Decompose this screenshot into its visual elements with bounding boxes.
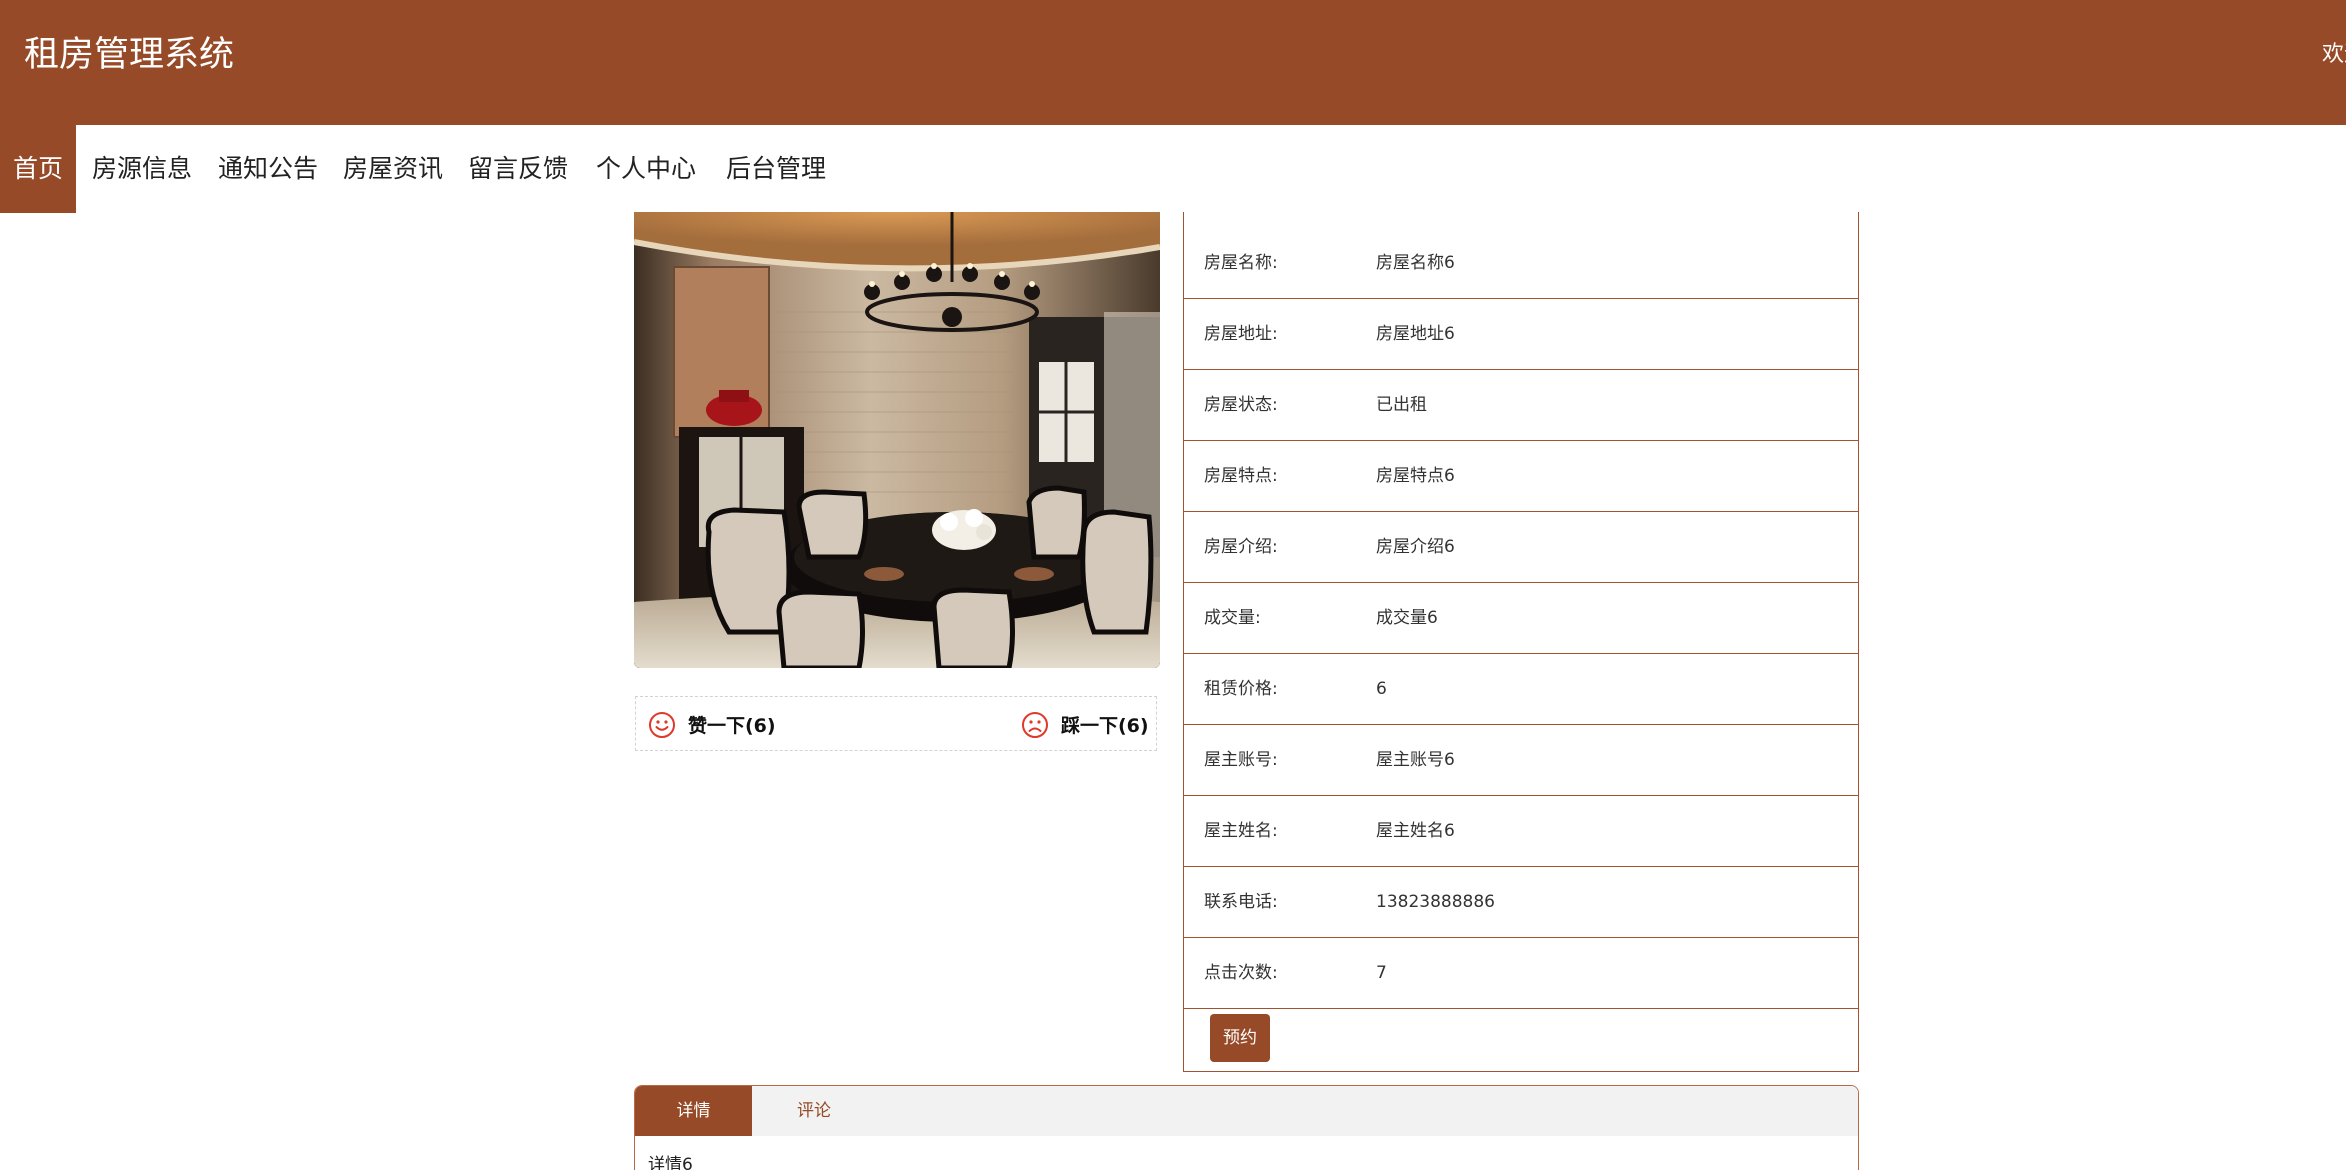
info-label: 联系电话:	[1204, 892, 1278, 912]
dislike-button[interactable]: 踩一下(6)	[1021, 697, 1149, 752]
info-value: 房屋地址6	[1376, 324, 1455, 344]
tab-comments[interactable]: 评论	[752, 1086, 876, 1136]
info-row-house-features: 房屋特点: 房屋特点6	[1184, 442, 1858, 512]
info-value: 成交量6	[1376, 608, 1438, 628]
info-label: 房屋状态:	[1204, 395, 1278, 415]
info-label: 房屋名称:	[1204, 253, 1278, 273]
info-label: 租赁价格:	[1204, 679, 1278, 699]
tab-details[interactable]: 详情	[635, 1086, 752, 1136]
info-label: 屋主账号:	[1204, 750, 1278, 770]
info-label: 房屋介绍:	[1204, 537, 1278, 557]
detail-tabs: 详情 评论 详情6	[634, 1085, 1859, 1170]
welcome-text: 欢迎	[2322, 42, 2346, 67]
info-label: 点击次数:	[1204, 963, 1278, 983]
like-button[interactable]: 赞一下(6)	[648, 697, 776, 752]
tab-content: 详情6	[648, 1155, 693, 1170]
nav-item-feedback[interactable]: 留言反馈	[468, 125, 568, 213]
house-photo	[634, 212, 1160, 668]
info-value: 7	[1376, 963, 1387, 983]
info-value: 房屋介绍6	[1376, 537, 1455, 557]
vote-box: 赞一下(6) 踩一下(6)	[635, 696, 1157, 751]
nav-item-news[interactable]: 房屋资讯	[343, 125, 443, 213]
info-label: 房屋特点:	[1204, 466, 1278, 486]
house-info-panel: 房屋名称: 房屋名称6 房屋地址: 房屋地址6 房屋状态: 已出租 房屋特点: …	[1183, 212, 1859, 1072]
nav-item-listings[interactable]: 房源信息	[92, 125, 192, 213]
info-label: 房屋地址:	[1204, 324, 1278, 344]
info-row-owner-account: 屋主账号: 屋主账号6	[1184, 726, 1858, 796]
app-title: 租房管理系统	[24, 35, 235, 75]
top-header-bar: 租房管理系统 欢迎	[0, 0, 2346, 125]
info-value: 已出租	[1376, 395, 1427, 415]
info-row-house-status: 房屋状态: 已出租	[1184, 371, 1858, 441]
info-value: 屋主姓名6	[1376, 821, 1455, 841]
info-value: 13823888886	[1376, 892, 1495, 912]
book-button[interactable]: 预约	[1210, 1014, 1270, 1062]
nav-item-home[interactable]: 首页	[0, 125, 76, 213]
info-label: 成交量:	[1204, 608, 1261, 628]
info-value: 房屋名称6	[1376, 253, 1455, 273]
info-row-deal-volume: 成交量: 成交量6	[1184, 584, 1858, 654]
tab-header: 详情 评论	[635, 1086, 1858, 1136]
info-label: 屋主姓名:	[1204, 821, 1278, 841]
info-row-click-count: 点击次数: 7	[1184, 939, 1858, 1009]
nav-item-notices[interactable]: 通知公告	[218, 125, 318, 213]
info-row-phone: 联系电话: 13823888886	[1184, 868, 1858, 938]
info-row-owner-name: 屋主姓名: 屋主姓名6	[1184, 797, 1858, 867]
main-nav: 首页 房源信息 通知公告 房屋资讯 留言反馈 个人中心 后台管理	[0, 125, 2346, 213]
info-row-house-intro: 房屋介绍: 房屋介绍6	[1184, 513, 1858, 583]
info-value: 6	[1376, 679, 1387, 699]
info-row-house-name: 房屋名称: 房屋名称6	[1184, 229, 1858, 299]
info-value: 屋主账号6	[1376, 750, 1455, 770]
nav-item-profile[interactable]: 个人中心	[596, 125, 696, 213]
nav-item-admin[interactable]: 后台管理	[726, 125, 826, 213]
frown-icon	[1022, 711, 1048, 738]
smile-icon	[649, 711, 675, 738]
dislike-label: 踩一下(6)	[1061, 715, 1149, 737]
dining-room-illustration	[634, 212, 1160, 668]
info-row-rent-price: 租赁价格: 6	[1184, 655, 1858, 725]
info-value: 房屋特点6	[1376, 466, 1455, 486]
info-row-house-address: 房屋地址: 房屋地址6	[1184, 300, 1858, 370]
like-label: 赞一下(6)	[688, 715, 776, 737]
